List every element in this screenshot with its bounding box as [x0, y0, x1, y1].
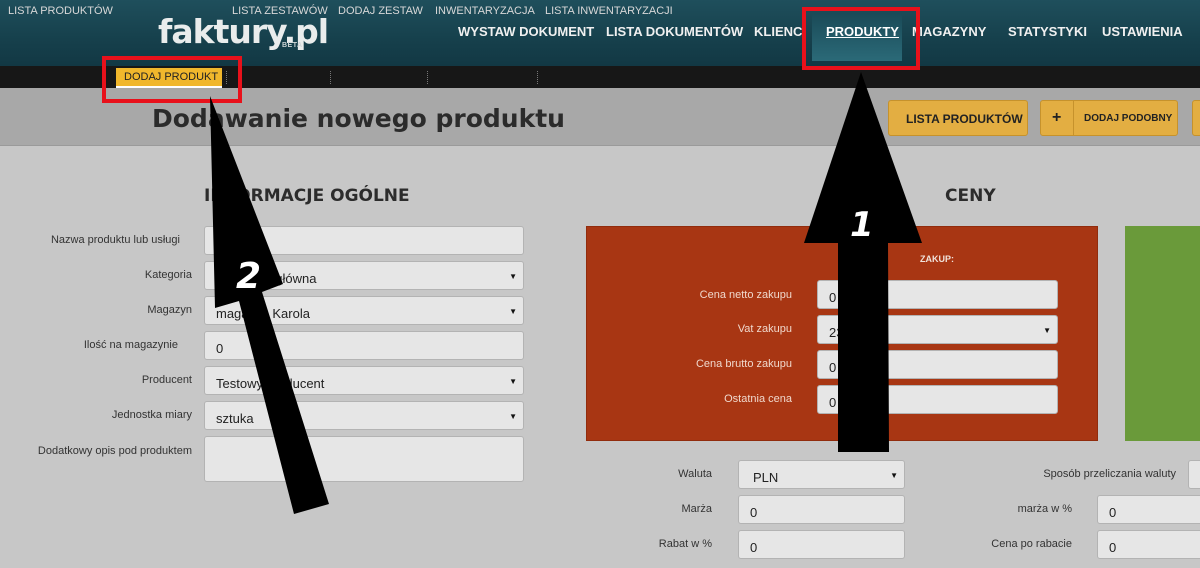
- arrow-1: [804, 72, 922, 452]
- annotation-number-1: 1: [850, 205, 874, 245]
- arrow-2: [210, 96, 329, 514]
- annotation-number-2: 2: [236, 256, 261, 297]
- annotation-arrows: 1 2: [210, 72, 922, 514]
